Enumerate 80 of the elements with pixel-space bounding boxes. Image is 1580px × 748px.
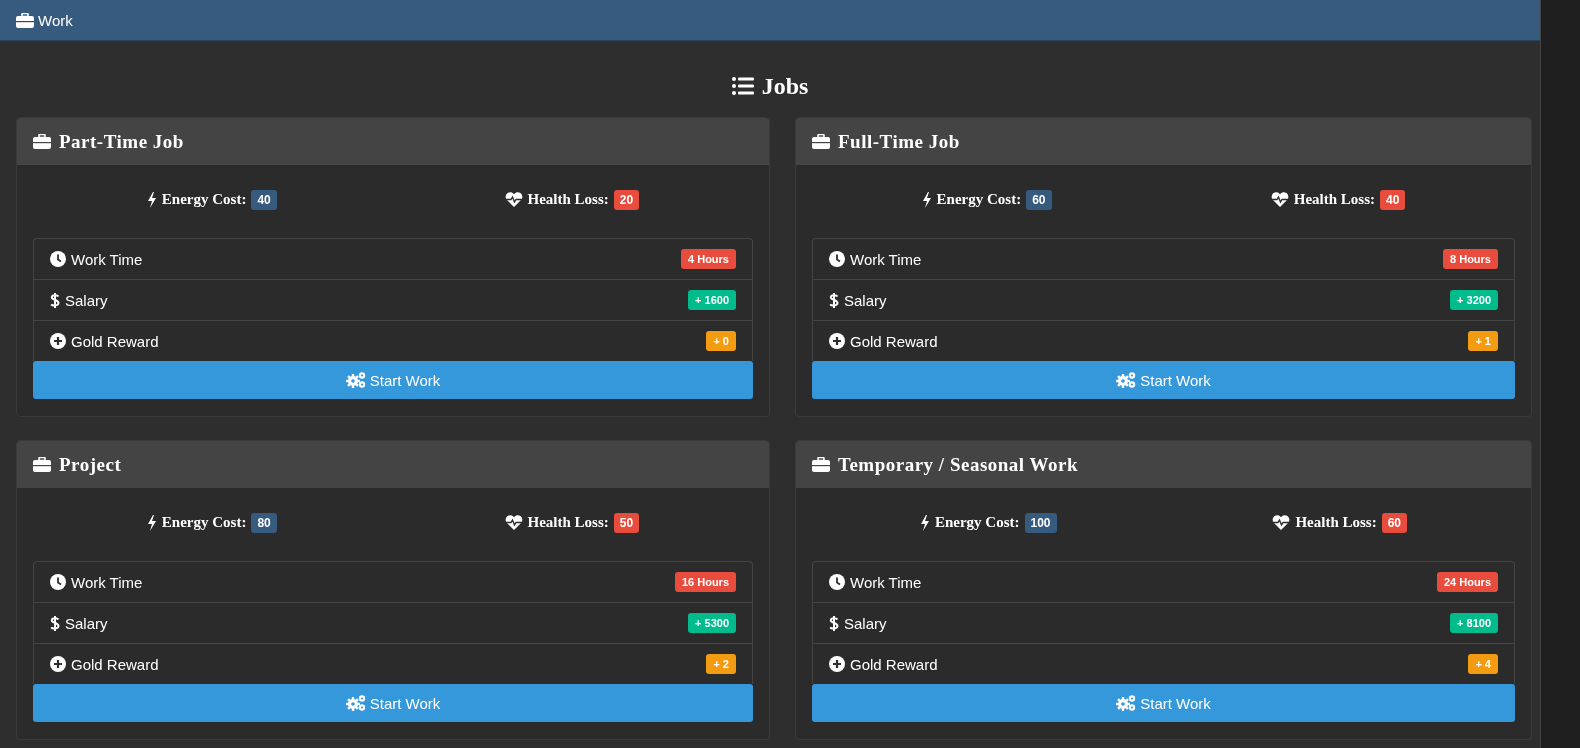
heartbeat-icon <box>504 192 523 207</box>
row-label: Salary <box>844 291 888 309</box>
heartbeat-icon <box>504 515 523 530</box>
stat-badge: 60 <box>1381 512 1408 533</box>
job-title: Part-Time Job <box>59 130 184 153</box>
value-badge: 4 Hours <box>681 249 736 269</box>
row-label: Gold Reward <box>71 655 160 673</box>
row-label: Work Time <box>850 573 923 591</box>
stat-badge: 20 <box>613 189 640 210</box>
row-label: Salary <box>65 614 109 632</box>
value-badge: + 3200 <box>1450 290 1498 310</box>
clock-icon <box>829 251 845 267</box>
plus-circle-icon <box>829 333 845 349</box>
cogs-icon <box>345 695 366 711</box>
value-badge: + 2 <box>706 654 736 674</box>
stat-badge: 60 <box>1026 189 1052 210</box>
job-title: Project <box>59 453 122 476</box>
row-label: Work Time <box>71 573 144 591</box>
stat-label: Energy Cost: <box>161 514 247 531</box>
value-badge: + 8100 <box>1450 613 1498 633</box>
value-badge: 16 Hours <box>674 572 736 592</box>
plus-circle-icon <box>50 333 66 349</box>
stat-label: Health Loss: <box>527 514 609 531</box>
bolt-icon <box>146 514 157 531</box>
heartbeat-icon <box>1270 192 1289 207</box>
stat-label: Energy Cost: <box>934 514 1020 531</box>
row-label: Salary <box>844 614 888 632</box>
value-badge: 8 Hours <box>1443 249 1498 269</box>
value-badge: 24 Hours <box>1436 572 1498 592</box>
plus-circle-icon <box>829 656 845 672</box>
row-label: Salary <box>65 291 109 309</box>
start-work-button[interactable]: Start Work <box>33 684 753 722</box>
stat-badge: 40 <box>1380 189 1406 210</box>
stat-badge: 40 <box>251 189 277 210</box>
value-badge: + 1 <box>1468 331 1498 351</box>
start-work-button[interactable]: Start Work <box>812 361 1515 399</box>
value-badge: + 0 <box>706 331 736 351</box>
page-heading: Jobs <box>761 72 809 100</box>
value-badge: + 5300 <box>688 613 736 633</box>
briefcase-icon <box>33 457 51 472</box>
list-icon <box>731 77 754 95</box>
plus-circle-icon <box>50 656 66 672</box>
clock-icon <box>829 574 845 590</box>
cogs-icon <box>1116 372 1137 388</box>
bolt-icon <box>146 191 157 208</box>
stat-label: Health Loss: <box>1293 191 1376 208</box>
value-badge: + 4 <box>1468 654 1498 674</box>
value-badge: + 1600 <box>688 290 736 310</box>
heartbeat-icon <box>1272 515 1291 530</box>
stat-label: Energy Cost: <box>936 191 1022 208</box>
row-label: Work Time <box>71 250 144 268</box>
clock-icon <box>50 574 66 590</box>
stat-badge: 80 <box>251 512 277 533</box>
job-title: Temporary / Seasonal Work <box>838 453 1078 476</box>
row-label: Gold Reward <box>850 332 939 350</box>
start-work-button[interactable]: Start Work <box>33 361 753 399</box>
briefcase-icon <box>33 134 51 149</box>
stat-label: Health Loss: <box>1295 514 1377 531</box>
briefcase-icon <box>812 457 830 472</box>
cogs-icon <box>345 372 366 388</box>
stat-label: Energy Cost: <box>161 191 247 208</box>
clock-icon <box>50 251 66 267</box>
briefcase-icon <box>16 12 34 28</box>
row-label: Gold Reward <box>71 332 160 350</box>
dollar-icon <box>829 291 839 309</box>
dollar-icon <box>50 291 60 309</box>
stat-badge: 50 <box>613 512 640 533</box>
bolt-icon <box>921 191 932 208</box>
bolt-icon <box>919 514 930 531</box>
job-title: Full-Time Job <box>838 130 960 153</box>
row-label: Gold Reward <box>850 655 939 673</box>
row-label: Work Time <box>850 250 923 268</box>
briefcase-icon <box>812 134 830 149</box>
cogs-icon <box>1116 695 1137 711</box>
start-work-button[interactable]: Start Work <box>812 684 1515 722</box>
dollar-icon <box>829 614 839 632</box>
dollar-icon <box>50 614 60 632</box>
panel-title: Work <box>38 11 73 29</box>
stat-label: Health Loss: <box>527 191 609 208</box>
stat-badge: 100 <box>1024 512 1057 533</box>
